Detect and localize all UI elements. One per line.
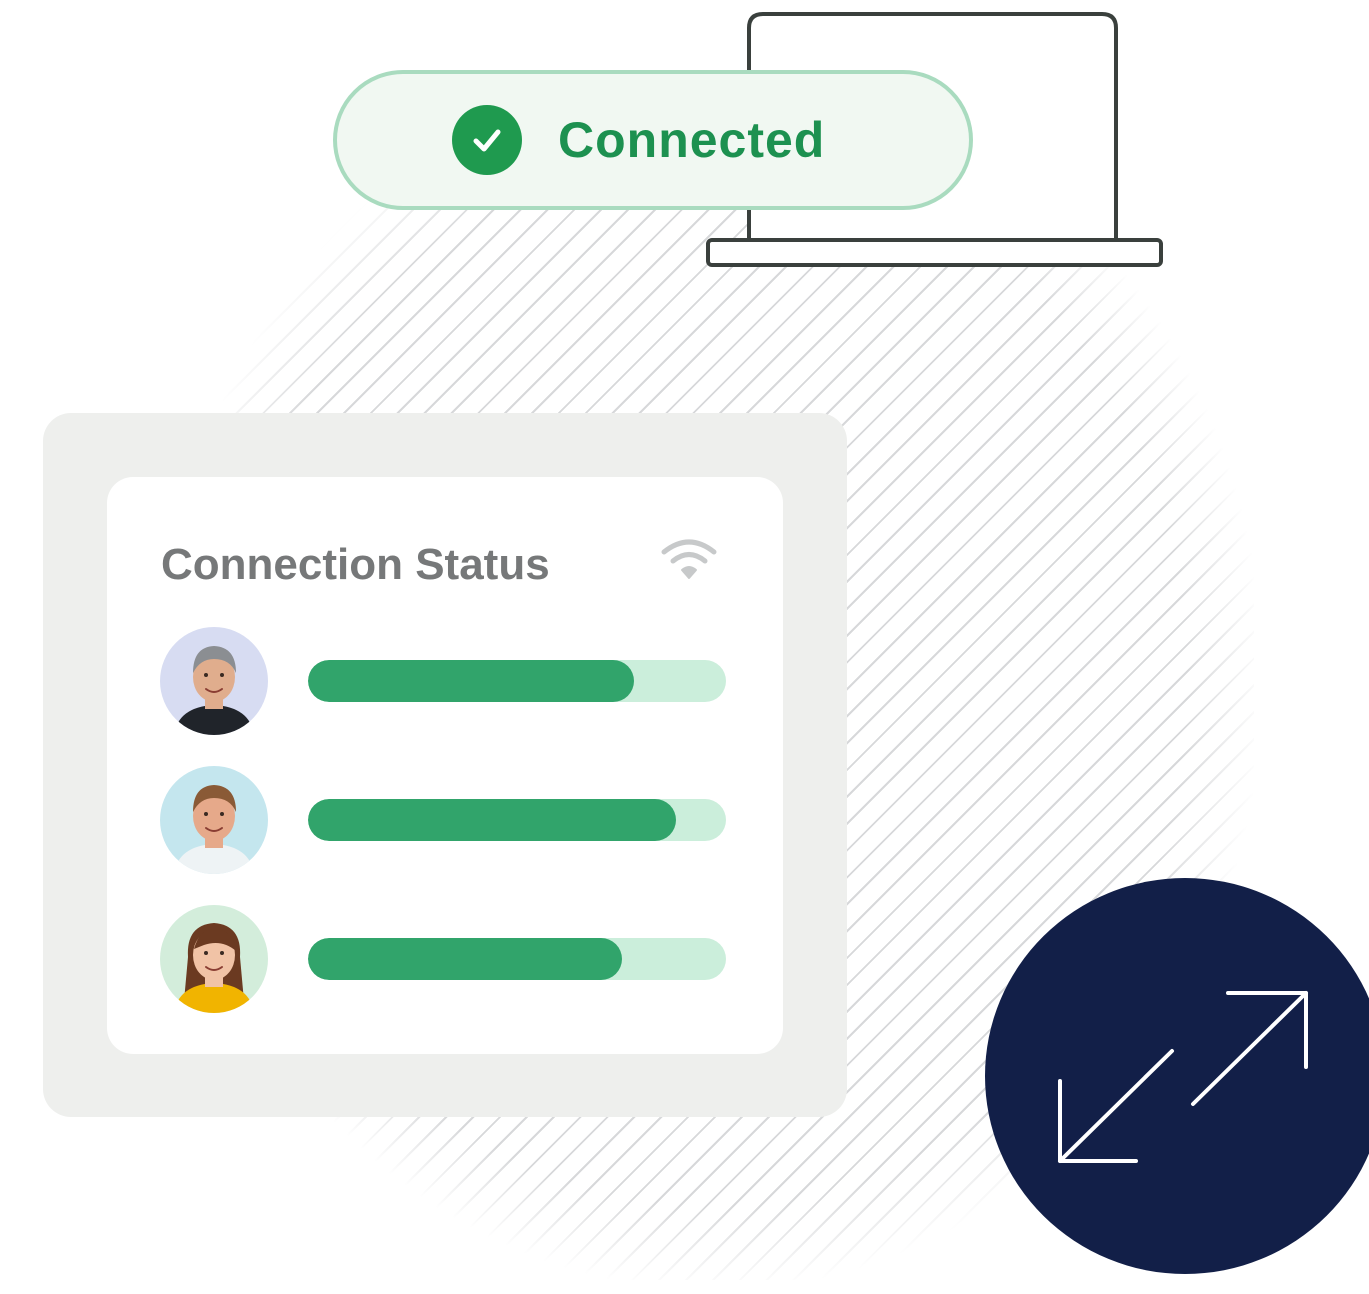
connection-strength-fill — [308, 799, 676, 841]
connection-strength-fill — [308, 660, 635, 702]
wifi-icon — [661, 539, 717, 579]
user-connection-row — [160, 766, 728, 874]
swap-button[interactable] — [985, 878, 1369, 1274]
connection-strength-bar — [308, 938, 726, 980]
panel-title: Connection Status — [161, 540, 550, 589]
user-connection-row — [160, 627, 728, 735]
avatar-smiling-man — [160, 766, 268, 874]
check-circle-icon — [452, 105, 522, 175]
connection-strength-bar — [308, 660, 726, 702]
swap-arrows-icon — [1058, 991, 1308, 1163]
user-connection-row — [160, 905, 728, 1013]
connection-strength-bar — [308, 799, 726, 841]
connected-status-pill: Connected — [333, 70, 973, 210]
connection-strength-fill — [308, 938, 622, 980]
avatar-smiling-woman — [160, 905, 268, 1013]
avatar-gray-haired-man — [160, 627, 268, 735]
connected-label: Connected — [558, 112, 826, 168]
